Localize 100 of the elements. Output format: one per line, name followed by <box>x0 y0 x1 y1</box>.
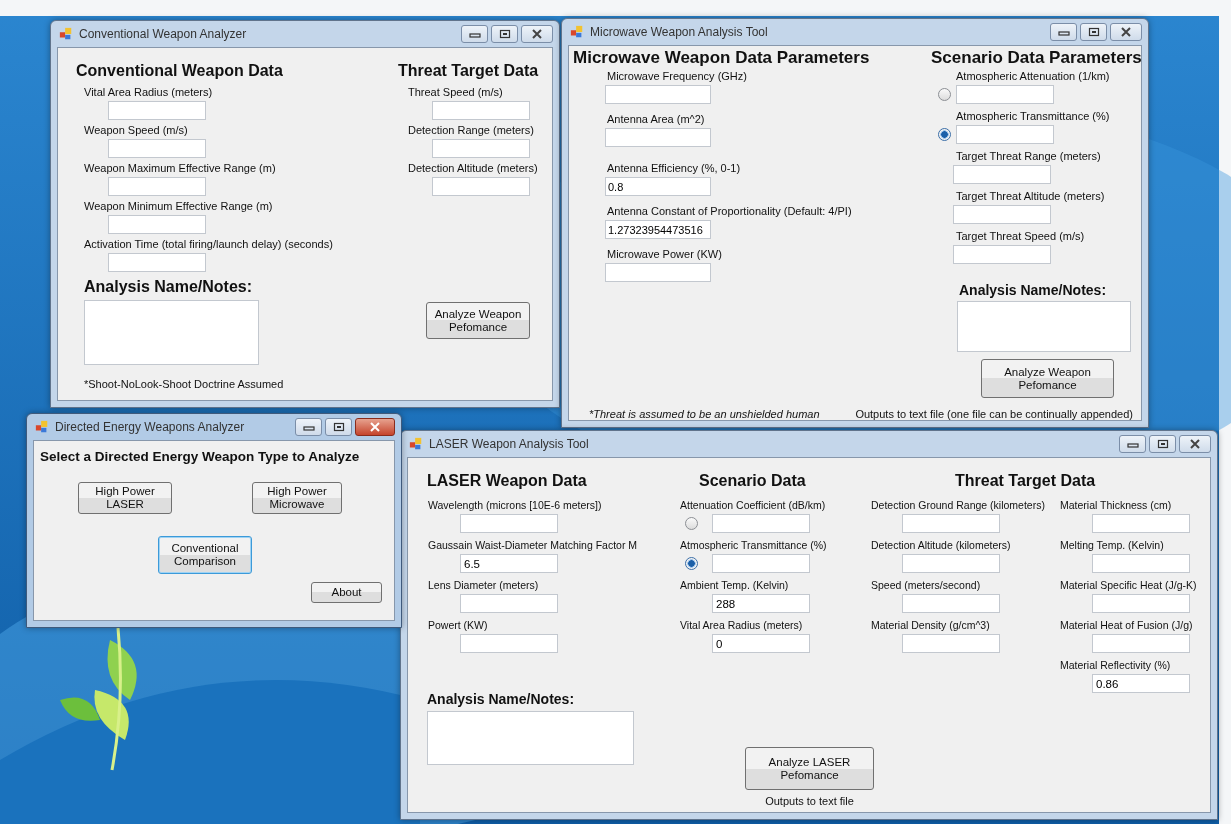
input-field[interactable] <box>956 125 1054 144</box>
input-field[interactable]: 1.27323954473516 <box>605 220 711 239</box>
minimize-button[interactable] <box>461 25 488 43</box>
input-field[interactable] <box>460 594 558 613</box>
field-label: Antenna Area (m^2) <box>607 113 706 125</box>
footnote: *Shoot-NoLook-Shoot Doctrine Assumed <box>84 378 284 390</box>
field-label: Wavelength (microns [10E-6 meters]) <box>428 499 603 511</box>
input-field[interactable] <box>902 514 1000 533</box>
maximize-button[interactable] <box>491 25 518 43</box>
input-field[interactable] <box>108 215 206 234</box>
section-heading: Threat Target Data <box>955 472 1096 491</box>
footnote: Outputs to text file <box>765 795 854 807</box>
footnote: Outputs to text file (one file can be continually appended) <box>855 408 1133 420</box>
field-label: Atmospheric Transmittance (%) <box>680 539 828 551</box>
minimize-icon <box>1057 28 1070 36</box>
input-field[interactable]: 288 <box>712 594 810 613</box>
close-icon <box>1189 439 1201 449</box>
close-button[interactable] <box>521 25 553 43</box>
input-field[interactable] <box>432 101 530 120</box>
input-field[interactable] <box>902 634 1000 653</box>
input-field[interactable] <box>1092 634 1190 653</box>
maximize-button[interactable] <box>1149 435 1176 453</box>
input-field[interactable] <box>953 245 1051 264</box>
field-label: Vital Area Radius (meters) <box>84 86 214 98</box>
minimize-button[interactable] <box>1119 435 1146 453</box>
section-heading: Select a Directed Energy Weapon Type to Analyze <box>40 449 361 464</box>
input-field[interactable] <box>953 205 1051 224</box>
field-label: Detection Ground Range (kilometers) <box>871 499 1046 511</box>
minimize-button[interactable] <box>295 418 322 436</box>
input-field[interactable] <box>1092 594 1190 613</box>
input-field[interactable] <box>1092 514 1190 533</box>
section-heading: Analysis Name/Notes: <box>427 691 576 707</box>
analyze-button[interactable]: Analyze Weapon Pefomance <box>426 302 530 339</box>
close-button[interactable] <box>1179 435 1211 453</box>
close-icon <box>369 422 381 432</box>
field-label: Speed (meters/second) <box>871 579 982 591</box>
action-button[interactable]: Conventional Comparison <box>158 536 252 574</box>
input-field[interactable] <box>432 177 530 196</box>
field-label: Material Reflectivity (%) <box>1060 659 1172 671</box>
field-label: Antenna Efficiency (%, 0-1) <box>607 162 742 174</box>
close-icon <box>531 29 543 39</box>
notes-field[interactable] <box>84 300 259 365</box>
field-label: Weapon Maximum Effective Range (m) <box>84 162 277 174</box>
maximize-icon <box>1156 439 1169 449</box>
field-label: Material Specific Heat (J/g-K) <box>1060 579 1197 591</box>
input-field[interactable] <box>605 128 711 147</box>
input-field[interactable]: 6.5 <box>460 554 558 573</box>
input-field[interactable] <box>108 253 206 272</box>
action-button[interactable]: High Power LASER <box>78 482 172 514</box>
maximize-button[interactable] <box>1080 23 1107 41</box>
input-field[interactable] <box>108 101 206 120</box>
section-heading: Analysis Name/Notes: <box>84 278 254 296</box>
field-label: Target Threat Speed (m/s) <box>956 230 1086 242</box>
analyze-button[interactable]: Analyze LASER Pefomance <box>745 747 874 790</box>
input-field[interactable] <box>432 139 530 158</box>
input-field[interactable] <box>953 165 1051 184</box>
input-field[interactable] <box>605 85 711 104</box>
input-field[interactable] <box>712 554 810 573</box>
field-label: Gaussain Waist-Diameter Matching Factor M <box>428 539 639 551</box>
close-button[interactable] <box>1110 23 1142 41</box>
input-field[interactable] <box>956 85 1054 104</box>
field-label: Threat Speed (m/s) <box>408 86 504 98</box>
input-field[interactable] <box>108 139 206 158</box>
field-label: Target Threat Range (meters) <box>956 150 1102 162</box>
action-button[interactable]: High Power Microwave <box>252 482 342 514</box>
section-heading: Microwave Weapon Data Parameters <box>573 48 871 69</box>
input-field[interactable] <box>460 634 558 653</box>
input-field[interactable] <box>712 514 810 533</box>
footnote: *Threat is assumed to be an unshielded human <box>589 408 820 420</box>
minimize-button[interactable] <box>1050 23 1077 41</box>
field-label: Weapon Minimum Effective Range (m) <box>84 200 274 212</box>
input-field[interactable]: 0.86 <box>1092 674 1190 693</box>
maximize-button[interactable] <box>325 418 352 436</box>
app-icon <box>35 420 49 434</box>
app-icon <box>59 27 73 41</box>
input-field[interactable]: 0 <box>712 634 810 653</box>
notes-field[interactable] <box>427 711 634 765</box>
radio-button[interactable] <box>685 517 698 530</box>
field-label: Material Thickness (cm) <box>1060 499 1173 511</box>
input-field[interactable] <box>108 177 206 196</box>
section-heading: LASER Weapon Data <box>427 472 588 491</box>
action-button[interactable]: About <box>311 582 382 603</box>
field-label: Lens Diameter (meters) <box>428 579 540 591</box>
input-field[interactable]: 0.8 <box>605 177 711 196</box>
window-title: Microwave Weapon Analysis Tool <box>590 25 768 39</box>
field-label: Detection Altitude (meters) <box>408 162 539 174</box>
field-label: Melting Temp. (Kelvin) <box>1060 539 1165 551</box>
input-field[interactable] <box>902 594 1000 613</box>
input-field[interactable] <box>605 263 711 282</box>
input-field[interactable] <box>902 554 1000 573</box>
input-field[interactable] <box>1092 554 1190 573</box>
radio-button[interactable] <box>685 557 698 570</box>
section-heading: Threat Target Data <box>398 62 539 81</box>
close-button[interactable] <box>355 418 395 436</box>
radio-button[interactable] <box>938 88 951 101</box>
section-heading: Scenario Data <box>699 472 807 491</box>
notes-field[interactable] <box>957 301 1131 352</box>
radio-button[interactable] <box>938 128 951 141</box>
analyze-button[interactable]: Analyze Weapon Pefomance <box>981 359 1114 398</box>
input-field[interactable] <box>460 514 558 533</box>
